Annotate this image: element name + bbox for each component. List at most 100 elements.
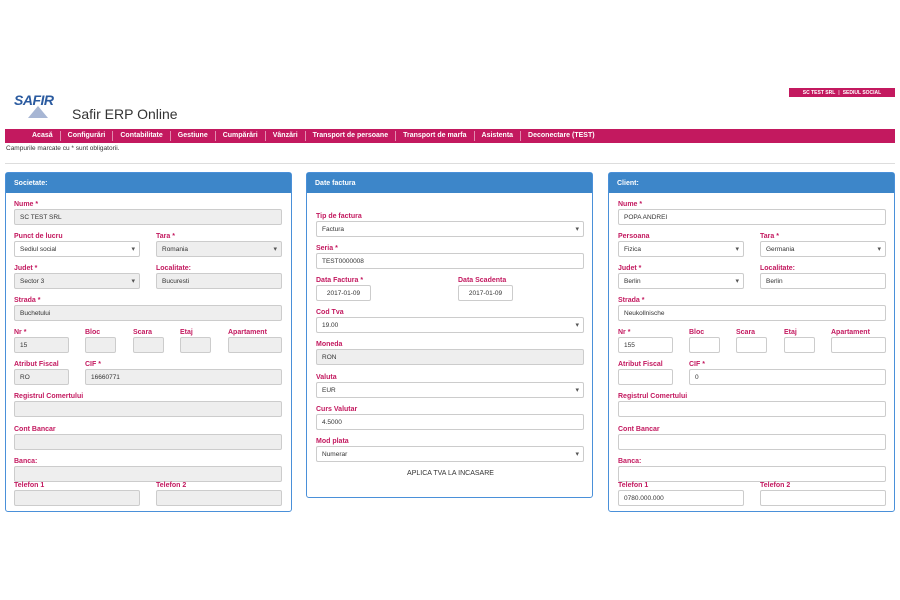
cli-tara-value: Germania [766,245,795,253]
cli-scara-input[interactable] [736,337,767,353]
soc-banca-label: Banca: [14,458,38,465]
cli-localitate-label: Localitate: [760,265,796,272]
soc-scara-input[interactable] [133,337,164,353]
nav-cumparari[interactable]: Cumpărări [216,131,266,141]
fac-valuta-select[interactable]: EUR [316,382,584,398]
cli-nr-input[interactable]: 155 [618,337,673,353]
cli-tel1-label: Telefon 1 [618,482,649,489]
fac-tip-select[interactable]: Factura [316,221,584,237]
soc-apartament-input[interactable] [228,337,282,353]
societate-panel: Societate: Nume * SC TEST SRL Punct de l… [5,172,292,512]
fac-cod-label: Cod Tva [316,309,344,316]
fac-mod-select[interactable]: Numerar [316,446,584,462]
soc-tel1-input[interactable] [14,490,140,506]
soc-atribut-label: Atribut Fiscal [14,361,59,368]
fac-data-label: Data Factura * [316,277,364,284]
nav-acasa[interactable]: Acasă [25,131,61,141]
cli-bloc-label: Bloc [689,329,705,336]
cli-strada-input[interactable]: Neukollnische [618,305,886,321]
nav-contabilitate[interactable]: Contabilitate [113,131,171,141]
soc-nr-input[interactable]: 15 [14,337,69,353]
cli-tara-select[interactable]: Germania [760,241,886,257]
soc-punct-select[interactable]: Sediul social [14,241,140,257]
fac-tip-label: Tip de factura [316,213,362,220]
cli-persoana-select[interactable]: Fizica [618,241,744,257]
soc-registrul-input[interactable] [14,401,282,417]
fac-moneda-input[interactable]: RON [316,349,584,365]
nav-configurari[interactable]: Configurări [61,131,114,141]
soc-tel2-input[interactable] [156,490,282,506]
cli-cif-label: CIF * [689,361,705,368]
soc-judet-select[interactable]: Sector 3 [14,273,140,289]
client-panel-title: Client: [609,173,894,193]
divider [5,163,895,164]
fac-cod-select[interactable]: 19.00 [316,317,584,333]
nav-gestiune[interactable]: Gestiune [171,131,216,141]
cli-scara-label: Scara [736,329,756,336]
soc-punct-label: Punct de lucru [14,233,63,240]
fac-curs-input[interactable]: 4.5000 [316,414,584,430]
nav-deconectare[interactable]: Deconectare (TEST) [521,131,602,141]
cli-apartament-input[interactable] [831,337,886,353]
soc-punct-value: Sediul social [20,245,57,253]
cli-cont-input[interactable] [618,434,886,450]
fac-mod-label: Mod plata [316,438,349,445]
soc-localitate-label: Localitate: [156,265,192,272]
soc-strada-label: Strada * [14,297,41,304]
soc-registrul-label: Registrul Comertului [14,393,84,400]
safir-logo[interactable]: SAFIR [14,92,66,122]
soc-strada-input[interactable]: Buchetului [14,305,282,321]
cli-tel2-input[interactable] [760,490,886,506]
soc-scara-label: Scara [133,329,153,336]
cli-apartament-label: Apartament [831,329,870,336]
cli-nume-input[interactable]: POPA ANDREI [618,209,886,225]
cli-judet-select[interactable]: Berlin [618,273,744,289]
factura-panel-title: Date factura [307,173,592,193]
soc-localitate-input[interactable]: Bucuresti [156,273,282,289]
cli-strada-label: Strada * [618,297,645,304]
badge-location: SEDIUL SOCIAL [842,89,882,96]
cli-banca-input[interactable] [618,466,886,482]
soc-banca-input[interactable] [14,466,282,482]
nav-transport-persoane[interactable]: Transport de persoane [306,131,397,141]
client-panel: Client: Nume * POPA ANDREI Persoana Fizi… [608,172,895,512]
cli-tel1-input[interactable]: 0780.000.000 [618,490,744,506]
page: SC TEST SRL | SEDIUL SOCIAL SAFIR Safir … [0,0,900,600]
soc-etaj-input[interactable] [180,337,211,353]
aplica-tva-toggle[interactable]: APLICA TVA LA INCASARE [307,470,594,477]
app-title: Safir ERP Online [72,106,178,122]
fac-scadenta-input[interactable]: 2017-01-09 [458,285,513,301]
cli-atribut-input[interactable] [618,369,673,385]
soc-tel1-label: Telefon 1 [14,482,45,489]
soc-nume-input[interactable]: SC TEST SRL [14,209,282,225]
cli-etaj-input[interactable] [784,337,815,353]
main-navbar: Acasă Configurări Contabilitate Gestiune… [5,129,895,143]
soc-atribut-input[interactable]: RO [14,369,69,385]
fac-moneda-label: Moneda [316,341,343,348]
cli-localitate-input[interactable]: Berlin [760,273,886,289]
soc-bloc-input[interactable] [85,337,116,353]
badge-company: SC TEST SRL [802,89,836,96]
societate-panel-title: Societate: [6,173,291,193]
cli-bloc-input[interactable] [689,337,720,353]
soc-cont-input[interactable] [14,434,282,450]
fac-seria-input[interactable]: TEST0000008 [316,253,584,269]
cli-cif-input[interactable]: 0 [689,369,886,385]
nav-asistenta[interactable]: Asistenta [475,131,522,141]
company-badge[interactable]: SC TEST SRL | SEDIUL SOCIAL [789,88,895,97]
fac-data-input[interactable]: 2017-01-09 [316,285,371,301]
cli-etaj-label: Etaj [784,329,797,336]
nav-transport-marfa[interactable]: Transport de marfa [396,131,475,141]
soc-apartament-label: Apartament [228,329,267,336]
cli-registrul-label: Registrul Comertului [618,393,688,400]
soc-nr-label: Nr * [14,329,27,336]
fac-valuta-label: Valuta [316,374,337,381]
cli-registrul-input[interactable] [618,401,886,417]
factura-panel: Date factura Tip de factura Factura Seri… [306,172,593,498]
cli-cont-label: Cont Bancar [618,426,660,433]
cli-nr-label: Nr * [618,329,631,336]
cli-judet-label: Judet * [618,265,642,272]
nav-vanzari[interactable]: Vânzări [266,131,306,141]
soc-cif-input[interactable]: 16660771 [85,369,282,385]
soc-tara-select[interactable]: Romania [156,241,282,257]
